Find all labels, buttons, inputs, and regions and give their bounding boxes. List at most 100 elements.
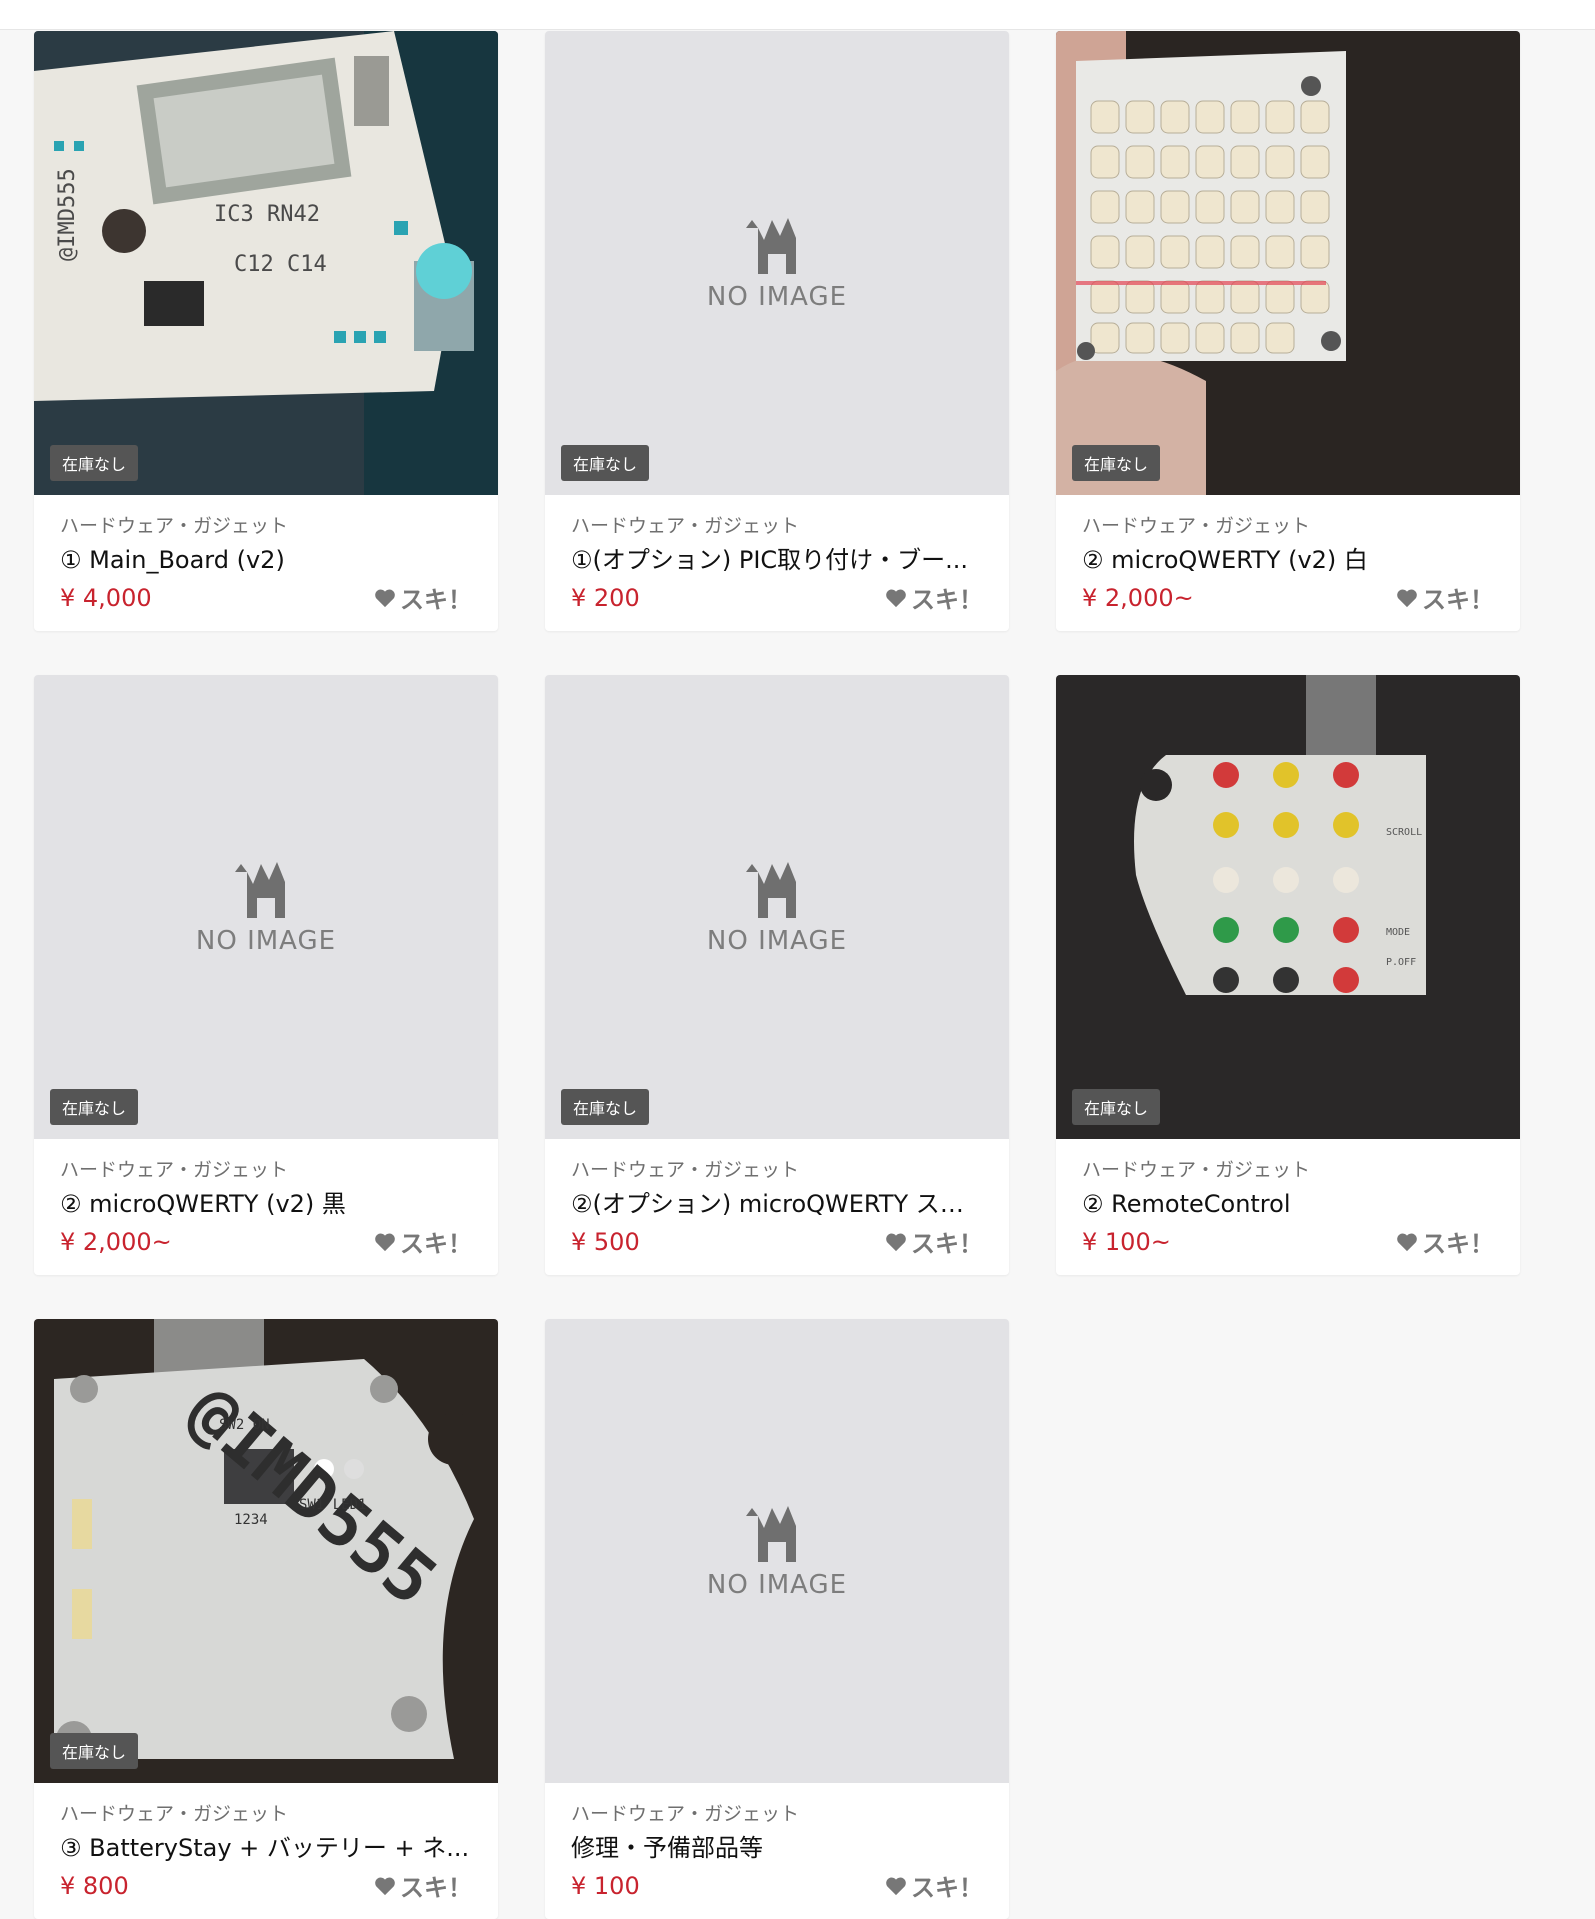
heart-icon	[886, 1233, 906, 1251]
product-category[interactable]: ハードウェア・ガジェット	[60, 1799, 472, 1826]
camel-icon	[235, 862, 285, 918]
like-label: スキ！	[911, 1874, 983, 1902]
like-button[interactable]: スキ！	[374, 1224, 472, 1259]
product-title[interactable]: ①(オプション) PIC取り付け・ブー...	[571, 544, 983, 576]
product-title[interactable]: ② microQWERTY (v2) 黒	[60, 1188, 472, 1220]
heart-icon	[375, 1877, 395, 1895]
product-card[interactable]: 在庫なし ハードウェア・ガジェット ② microQWERTY (v2) 白 ¥…	[1056, 31, 1520, 631]
like-label: スキ！	[400, 1230, 472, 1258]
like-button[interactable]: スキ！	[1396, 1224, 1494, 1259]
product-category[interactable]: ハードウェア・ガジェット	[60, 511, 472, 538]
product-image[interactable]: NO IMAGE 在庫なし	[34, 675, 498, 1139]
like-label: スキ！	[1422, 586, 1494, 614]
svg-text:C12 C14: C12 C14	[234, 252, 327, 277]
product-card[interactable]: NO IMAGE 在庫なし ハードウェア・ガジェット ② microQWERTY…	[34, 675, 498, 1275]
like-button[interactable]: スキ！	[1396, 580, 1494, 615]
heart-icon	[886, 589, 906, 607]
product-image[interactable]: NO IMAGE	[545, 1319, 1009, 1783]
product-category[interactable]: ハードウェア・ガジェット	[1082, 511, 1494, 538]
keyboard-photo	[1056, 31, 1520, 495]
product-card[interactable]: @IMD555 SW2 ON SW1 LED1 1234 在庫なし ハードウェア・ガ…	[34, 1319, 498, 1919]
svg-text:SCROLL: SCROLL	[1386, 827, 1422, 838]
no-image-text: NO IMAGE	[706, 282, 848, 312]
product-category[interactable]: ハードウェア・ガジェット	[571, 1799, 983, 1826]
no-image-text: NO IMAGE	[195, 926, 337, 956]
heart-icon	[375, 1233, 395, 1251]
product-info: ハードウェア・ガジェット ① Main_Board (v2) ¥ 4,000 ス…	[34, 495, 498, 631]
no-image-text: NO IMAGE	[706, 1570, 848, 1600]
product-category[interactable]: ハードウェア・ガジェット	[60, 1155, 472, 1182]
like-label: スキ！	[1422, 1230, 1494, 1258]
product-image[interactable]: SCROLL MODE P.OFF 在庫なし	[1056, 675, 1520, 1139]
product-title[interactable]: ① Main_Board (v2)	[60, 544, 472, 576]
product-image[interactable]: @IMD555 IC3 RN42 C12 C14 在庫なし	[34, 31, 498, 495]
product-info: ハードウェア・ガジェット ② microQWERTY (v2) 黒 ¥ 2,00…	[34, 1139, 498, 1275]
product-card[interactable]: SCROLL MODE P.OFF 在庫なし ハードウェア・ガジェット ② Remo…	[1056, 675, 1520, 1275]
svg-text:SW1 LED1: SW1 LED1	[299, 1497, 366, 1513]
circuit-board-photo: @IMD555 IC3 RN42 C12 C14	[34, 31, 498, 495]
product-image[interactable]: NO IMAGE 在庫なし	[545, 31, 1009, 495]
product-info: ハードウェア・ガジェット ② microQWERTY (v2) 白 ¥ 2,00…	[1056, 495, 1520, 631]
product-title[interactable]: ② microQWERTY (v2) 白	[1082, 544, 1494, 576]
svg-text:IC3 RN42: IC3 RN42	[214, 202, 320, 227]
camel-icon	[746, 1506, 796, 1562]
product-card[interactable]: NO IMAGE 在庫なし ハードウェア・ガジェット ①(オプション) PIC取…	[545, 31, 1009, 631]
like-button[interactable]: スキ！	[374, 1868, 472, 1903]
product-price: ¥ 500	[571, 1227, 640, 1256]
svg-text:1234: 1234	[234, 1512, 268, 1528]
svg-text:@IMD555: @IMD555	[55, 168, 80, 261]
no-image-placeholder: NO IMAGE	[545, 31, 1009, 495]
product-card[interactable]: NO IMAGE ハードウェア・ガジェット 修理・予備部品等 ¥ 100 スキ！	[545, 1319, 1009, 1919]
product-title[interactable]: 修理・予備部品等	[571, 1832, 983, 1864]
product-title[interactable]: ② RemoteControl	[1082, 1188, 1494, 1220]
no-image-placeholder: NO IMAGE	[545, 1319, 1009, 1783]
product-grid: @IMD555 IC3 RN42 C12 C14 在庫なし ハードウェア・ガジェ…	[34, 31, 1520, 1919]
product-info: ハードウェア・ガジェット ②(オプション) microQWERTY ステ... …	[545, 1139, 1009, 1275]
product-category[interactable]: ハードウェア・ガジェット	[571, 1155, 983, 1182]
like-button[interactable]: スキ！	[885, 580, 983, 615]
product-price: ¥ 100~	[1082, 1227, 1171, 1256]
out-of-stock-badge: 在庫なし	[50, 1733, 139, 1769]
product-title[interactable]: ②(オプション) microQWERTY ステ...	[571, 1188, 983, 1220]
heart-icon	[886, 1877, 906, 1895]
svg-text:SW2 ON: SW2 ON	[219, 1417, 270, 1433]
product-title[interactable]: ③ BatteryStay + バッテリー + ネ...	[60, 1832, 472, 1864]
like-label: スキ！	[911, 1230, 983, 1258]
out-of-stock-badge: 在庫なし	[50, 445, 139, 481]
no-image-placeholder: NO IMAGE	[34, 675, 498, 1139]
no-image-placeholder: NO IMAGE	[545, 675, 1009, 1139]
product-category[interactable]: ハードウェア・ガジェット	[571, 511, 983, 538]
remote-control-photo: SCROLL MODE P.OFF	[1056, 675, 1520, 1139]
heart-icon	[1397, 1233, 1417, 1251]
product-image[interactable]: NO IMAGE 在庫なし	[545, 675, 1009, 1139]
product-price: ¥ 2,000~	[1082, 583, 1194, 612]
product-price: ¥ 100	[571, 1871, 640, 1900]
heart-icon	[1397, 589, 1417, 607]
product-info: ハードウェア・ガジェット ② RemoteControl ¥ 100~ スキ！	[1056, 1139, 1520, 1275]
out-of-stock-badge: 在庫なし	[1072, 445, 1161, 481]
product-info: ハードウェア・ガジェット 修理・予備部品等 ¥ 100 スキ！	[545, 1783, 1009, 1919]
like-label: スキ！	[911, 586, 983, 614]
product-image[interactable]: @IMD555 SW2 ON SW1 LED1 1234 在庫なし	[34, 1319, 498, 1783]
product-info: ハードウェア・ガジェット ①(オプション) PIC取り付け・ブー... ¥ 20…	[545, 495, 1009, 631]
out-of-stock-badge: 在庫なし	[50, 1089, 139, 1125]
out-of-stock-badge: 在庫なし	[1072, 1089, 1161, 1125]
product-info: ハードウェア・ガジェット ③ BatteryStay + バッテリー + ネ..…	[34, 1783, 498, 1919]
svg-text:P.OFF: P.OFF	[1386, 957, 1416, 968]
product-card[interactable]: NO IMAGE 在庫なし ハードウェア・ガジェット ②(オプション) micr…	[545, 675, 1009, 1275]
like-label: スキ！	[400, 586, 472, 614]
out-of-stock-badge: 在庫なし	[561, 445, 650, 481]
product-price: ¥ 200	[571, 583, 640, 612]
top-bar	[0, 0, 1595, 30]
svg-text:MODE: MODE	[1386, 927, 1410, 938]
like-button[interactable]: スキ！	[885, 1868, 983, 1903]
battery-stay-photo: @IMD555 SW2 ONSW1 LED11234	[34, 1319, 498, 1783]
like-label: スキ！	[400, 1874, 472, 1902]
product-card[interactable]: @IMD555 IC3 RN42 C12 C14 在庫なし ハードウェア・ガジェ…	[34, 31, 498, 631]
product-category[interactable]: ハードウェア・ガジェット	[1082, 1155, 1494, 1182]
like-button[interactable]: スキ！	[374, 580, 472, 615]
like-button[interactable]: スキ！	[885, 1224, 983, 1259]
product-image[interactable]: 在庫なし	[1056, 31, 1520, 495]
product-price: ¥ 800	[60, 1871, 129, 1900]
product-price: ¥ 4,000	[60, 583, 152, 612]
